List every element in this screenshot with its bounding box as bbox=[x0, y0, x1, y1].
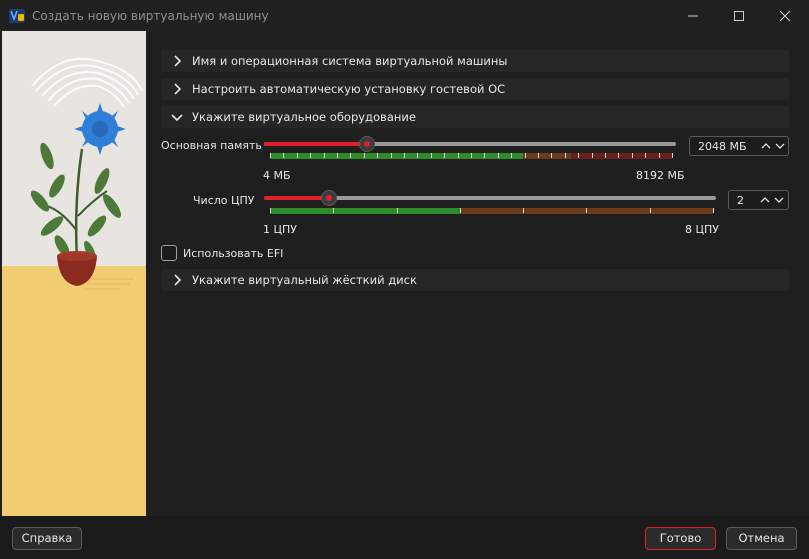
scale-tick bbox=[363, 153, 365, 158]
chevron-down-icon bbox=[171, 114, 183, 122]
scale-tick bbox=[323, 153, 325, 158]
scale-tick bbox=[396, 208, 398, 213]
virtualbox-app-icon bbox=[9, 9, 25, 23]
close-button[interactable] bbox=[762, 0, 808, 32]
scale-tick bbox=[497, 153, 499, 158]
scale-tick bbox=[457, 153, 459, 158]
cpu-spinbox[interactable]: 2 bbox=[728, 190, 789, 210]
memory-slider-track[interactable] bbox=[264, 142, 676, 146]
memory-slider-thumb[interactable] bbox=[359, 136, 375, 152]
efi-checkbox[interactable] bbox=[161, 245, 177, 261]
scale-tick bbox=[713, 208, 714, 213]
cpu-min-label: 1 ЦПУ bbox=[263, 223, 298, 236]
section-label: Имя и операционная система виртуальной м… bbox=[192, 54, 508, 68]
scale-tick bbox=[586, 208, 588, 213]
cancel-button[interactable]: Отмена bbox=[726, 527, 797, 550]
section-name-and-os[interactable]: Имя и операционная система виртуальной м… bbox=[161, 50, 789, 72]
memory-min-label: 4 МБ bbox=[263, 169, 291, 182]
scale-tick bbox=[551, 153, 553, 158]
scale-tick bbox=[444, 153, 446, 158]
efi-label[interactable]: Использовать EFI bbox=[183, 247, 283, 260]
section-unattended-install[interactable]: Настроить автоматическую установку госте… bbox=[161, 78, 789, 100]
scale-tick bbox=[672, 153, 673, 158]
maximize-icon bbox=[734, 11, 744, 21]
cpu-slider-fill bbox=[264, 196, 329, 200]
scale-tick bbox=[524, 153, 526, 158]
chevron-right-icon bbox=[174, 83, 182, 95]
scale-tick bbox=[270, 153, 271, 158]
memory-max-label: 8192 МБ bbox=[636, 169, 685, 182]
chevron-right-icon bbox=[174, 55, 182, 67]
scale-tick bbox=[310, 153, 312, 158]
cpu-label: Число ЦПУ bbox=[193, 194, 255, 207]
scale-tick bbox=[296, 153, 298, 158]
scale-tick bbox=[538, 153, 539, 158]
cpu-value: 2 bbox=[737, 194, 744, 207]
cpu-slider-thumb[interactable] bbox=[320, 190, 337, 206]
memory-ticks bbox=[270, 153, 673, 164]
section-hard-disk[interactable]: Укажите виртуальный жёсткий диск bbox=[161, 269, 789, 291]
window-title: Создать новую виртуальную машину bbox=[32, 9, 269, 23]
scale-tick bbox=[459, 208, 461, 213]
scale-tick bbox=[404, 153, 405, 158]
scale-tick bbox=[283, 153, 285, 158]
section-label: Укажите виртуальное оборудование bbox=[192, 110, 416, 124]
maximize-button[interactable] bbox=[716, 0, 762, 32]
scale-tick bbox=[658, 153, 660, 158]
scale-tick bbox=[471, 153, 472, 158]
memory-label: Основная память bbox=[161, 139, 262, 152]
scale-tick bbox=[484, 153, 486, 158]
help-button[interactable]: Справка bbox=[12, 527, 82, 550]
title-bar: Создать новую виртуальную машину bbox=[0, 0, 809, 32]
scale-tick bbox=[390, 153, 392, 158]
scale-tick bbox=[645, 153, 647, 158]
minimize-button[interactable] bbox=[670, 0, 716, 32]
scale-tick bbox=[618, 153, 620, 158]
section-hardware[interactable]: Укажите виртуальное оборудование bbox=[161, 106, 789, 128]
scale-tick bbox=[631, 153, 633, 158]
scale-tick bbox=[333, 208, 335, 213]
scale-tick bbox=[270, 208, 271, 213]
scale-tick bbox=[417, 153, 419, 158]
scale-tick bbox=[377, 153, 379, 158]
scale-tick bbox=[591, 153, 593, 158]
chevron-right-icon bbox=[174, 274, 182, 286]
cpu-ticks bbox=[270, 208, 714, 219]
scale-tick bbox=[350, 153, 352, 158]
scale-tick bbox=[649, 208, 651, 213]
section-label: Укажите виртуальный жёсткий диск bbox=[192, 273, 417, 287]
minimize-icon bbox=[688, 15, 698, 17]
scale-tick bbox=[430, 153, 432, 158]
scale-tick bbox=[523, 208, 525, 213]
memory-value: 2048 МБ bbox=[698, 140, 747, 153]
scale-tick bbox=[564, 153, 566, 158]
scale-tick bbox=[511, 153, 513, 158]
memory-spinbox[interactable]: 2048 МБ bbox=[689, 136, 789, 156]
wizard-illustration bbox=[2, 31, 146, 516]
scale-tick bbox=[605, 153, 606, 158]
memory-slider-fill bbox=[264, 142, 367, 146]
cpu-max-label: 8 ЦПУ bbox=[685, 223, 720, 236]
close-icon bbox=[779, 10, 791, 22]
scale-tick bbox=[578, 153, 580, 158]
done-button[interactable]: Готово bbox=[645, 527, 716, 550]
spin-arrows-icon[interactable] bbox=[759, 194, 787, 206]
scale-tick bbox=[337, 153, 338, 158]
section-label: Настроить автоматическую установку госте… bbox=[192, 82, 506, 96]
plant-illustration bbox=[2, 31, 146, 516]
spin-arrows-icon[interactable] bbox=[760, 140, 788, 152]
